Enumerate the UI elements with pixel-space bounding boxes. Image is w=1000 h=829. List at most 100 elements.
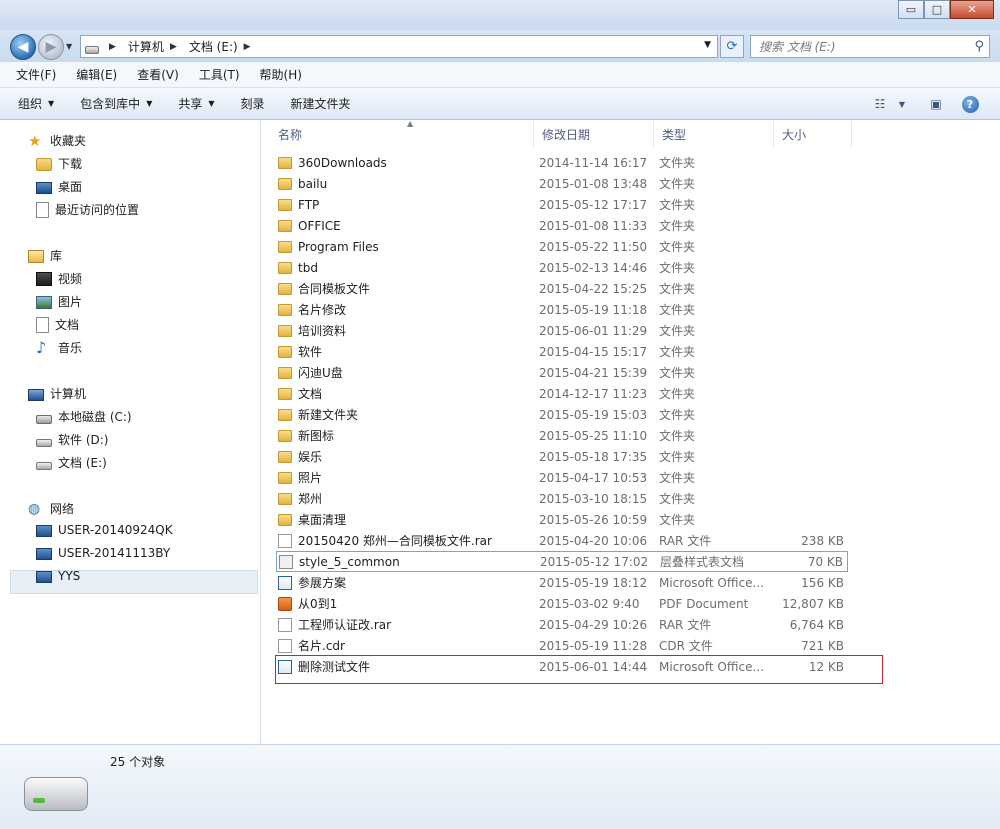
nav-videos[interactable]: 视频 [36,270,82,287]
table-row[interactable]: OFFICE 2015-01-08 11:33 文件夹 [276,215,848,236]
table-row[interactable]: 桌面清理 2015-05-26 10:59 文件夹 [276,509,848,530]
table-row[interactable]: 参展方案 2015-05-19 18:12 Microsoft Office... 1… [276,572,848,593]
drive-icon [36,461,52,470]
file-name: 培训资料 [278,322,346,339]
menu-file[interactable]: 文件(F) [12,64,60,85]
nav-drive-e[interactable]: 文档 (E:) [36,454,107,471]
table-row[interactable]: tbd 2015-02-13 14:46 文件夹 [276,257,848,278]
menu-view[interactable]: 查看(V) [133,64,183,85]
table-row[interactable]: 360Downloads 2014-11-14 16:17 文件夹 [276,152,848,173]
table-row[interactable]: 工程师认证改.rar 2015-04-29 10:26 RAR 文件 6,764 KB [276,614,848,635]
nav-drive-d[interactable]: 软件 (D:) [36,431,108,448]
table-row[interactable]: 培训资料 2015-06-01 11:29 文件夹 [276,320,848,341]
breadcrumb-drive-e[interactable]: 文档 (E:) ▶ [189,38,257,55]
nav-libraries[interactable]: 库 [28,247,62,264]
view-options-icon[interactable]: ☷ [870,94,890,114]
caret-down-icon: ▼ [146,99,153,108]
menu-help[interactable]: 帮助(H) [256,64,306,85]
nav-network-pc-3[interactable]: YYS [36,569,80,583]
menu-edit[interactable]: 编辑(E) [72,64,121,85]
nav-recent-places[interactable]: 最近访问的位置 [36,201,139,218]
column-header-name[interactable]: 名称 ▲ [270,119,534,147]
chevron-right-icon: ▶ [169,41,177,52]
file-date: 2015-02-13 14:46 [539,260,648,275]
table-row[interactable]: FTP 2015-05-12 17:17 文件夹 [276,194,848,215]
search-input[interactable] [751,36,961,57]
file-date: 2015-04-17 10:53 [539,470,648,485]
nav-network-pc-1[interactable]: USER-20140924QK [36,523,173,537]
nav-computer[interactable]: 计算机 [28,385,86,402]
window-controls: ▭ □ ✕ [898,0,994,19]
file-date: 2015-05-19 18:12 [539,575,648,590]
cdr-file-icon [278,638,292,653]
help-button[interactable]: ? [960,94,980,114]
table-row[interactable]: bailu 2015-01-08 13:48 文件夹 [276,173,848,194]
table-row[interactable]: 名片.cdr 2015-05-19 11:28 CDR 文件 721 KB [276,635,848,656]
address-dropdown-icon[interactable]: ▼ [704,40,711,50]
file-name: 从0到1 [278,595,337,612]
file-size: 721 KB [801,638,844,653]
file-date: 2015-05-19 15:03 [539,407,648,422]
nav-pictures[interactable]: 图片 [36,293,82,310]
preview-pane-icon[interactable]: ▣ [926,94,946,114]
column-header-size[interactable]: 大小 [774,121,852,147]
nav-documents[interactable]: 文档 [36,316,79,333]
column-header-date[interactable]: 修改日期 [534,121,654,147]
nav-drive-c[interactable]: 本地磁盘 (C:) [36,408,132,425]
file-date: 2015-05-19 11:28 [539,638,648,653]
burn-button[interactable]: 刻录 [241,95,265,112]
table-row[interactable]: 郑州 2015-03-10 18:15 文件夹 [276,488,848,509]
table-row[interactable]: 照片 2015-04-17 10:53 文件夹 [276,467,848,488]
file-name: 合同模板文件 [278,280,370,297]
recent-places-icon [36,201,49,218]
search-icon[interactable]: ⚲ [974,39,984,54]
table-row[interactable]: 软件 2015-04-15 15:17 文件夹 [276,341,848,362]
nav-favorites[interactable]: ★ 收藏夹 [28,132,86,149]
network-computer-icon [36,571,52,583]
file-name: bailu [278,177,327,191]
file-type: 文件夹 [659,303,696,317]
nav-downloads[interactable]: 下载 [36,155,82,172]
nav-desktop[interactable]: 桌面 [36,178,82,195]
nav-network[interactable]: ◍ 网络 [28,500,74,517]
new-folder-button[interactable]: 新建文件夹 [291,95,351,112]
table-row[interactable]: style_5_common 2015-05-12 17:02 层叠样式表文档 70 … [276,551,848,572]
nav-music[interactable]: ♪ 音乐 [36,339,82,356]
menu-tools[interactable]: 工具(T) [195,64,244,85]
refresh-button[interactable]: ⟳ [720,35,744,58]
table-row[interactable]: 名片修改 2015-05-19 11:18 文件夹 [276,299,848,320]
table-row[interactable]: 娱乐 2015-05-18 17:35 文件夹 [276,446,848,467]
file-size: 238 KB [801,533,844,548]
address-bar[interactable]: ▶ 计算机 ▶ 文档 (E:) ▶ ▼ [80,35,718,58]
search-box[interactable]: ⚲ [750,35,990,58]
breadcrumb-computer[interactable]: 计算机 ▶ [128,38,183,55]
table-row[interactable]: 20150420 郑州—合同模板文件.rar 2015-04-20 10:06 RA… [276,530,848,551]
file-name: 新图标 [278,427,334,444]
maximize-button[interactable]: □ [924,0,950,19]
nav-network-pc-2[interactable]: USER-20141113BY [36,546,170,560]
file-type: 文件夹 [659,513,696,527]
organize-button[interactable]: 组织 ▼ [18,95,54,112]
table-row[interactable]: 合同模板文件 2015-04-22 15:25 文件夹 [276,278,848,299]
minimize-button[interactable]: ▭ [898,0,924,19]
column-header-type[interactable]: 类型 [654,121,774,147]
share-button[interactable]: 共享 ▼ [178,95,214,112]
file-name: 郑州 [278,490,322,507]
file-type: PDF Document [659,596,749,611]
table-row[interactable]: 新图标 2015-05-25 11:10 文件夹 [276,425,848,446]
folder-file-icon [278,261,292,274]
file-date: 2015-01-08 11:33 [539,218,648,233]
include-in-library-button[interactable]: 包含到库中 ▼ [80,95,152,112]
history-dropdown-icon[interactable]: ▼ [66,42,72,51]
close-button[interactable]: ✕ [950,0,994,19]
file-date: 2014-12-17 11:23 [539,386,648,401]
table-row[interactable]: 新建文件夹 2015-05-19 15:03 文件夹 [276,404,848,425]
forward-button[interactable]: ▶ [38,34,64,60]
table-row[interactable]: 文档 2014-12-17 11:23 文件夹 [276,383,848,404]
view-dropdown-icon[interactable]: ▼ [892,94,912,114]
breadcrumb-root-arrow[interactable]: ▶ [103,42,122,52]
table-row[interactable]: Program Files 2015-05-22 11:50 文件夹 [276,236,848,257]
table-row[interactable]: 闪迪U盘 2015-04-21 15:39 文件夹 [276,362,848,383]
back-button[interactable]: ◀ [10,34,36,60]
table-row[interactable]: 从0到1 2015-03-02 9:40 PDF Document 12,807 KB [276,593,848,614]
